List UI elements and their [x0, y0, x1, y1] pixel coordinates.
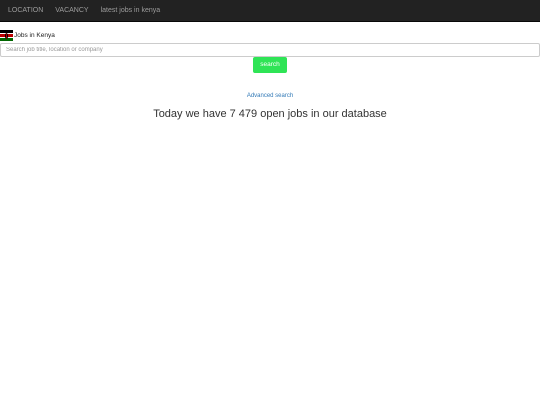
- open-jobs-headline: Today we have 7 479 open jobs in our dat…: [153, 108, 387, 120]
- top-navbar: LOCATION VACANCY latest jobs in kenya: [0, 0, 540, 22]
- nav-item-location[interactable]: LOCATION: [2, 0, 49, 22]
- nav-item-latest-jobs[interactable]: latest jobs in kenya: [95, 0, 167, 22]
- search-button[interactable]: search: [253, 57, 287, 73]
- brand[interactable]: Jobs in Kenya: [0, 29, 55, 42]
- kenya-flag-icon: [0, 29, 13, 42]
- search-input[interactable]: [0, 43, 540, 57]
- advanced-search-link[interactable]: Advanced search: [0, 93, 540, 99]
- nav-item-vacancy[interactable]: VACANCY: [49, 0, 94, 22]
- brand-label[interactable]: Jobs in Kenya: [14, 32, 55, 39]
